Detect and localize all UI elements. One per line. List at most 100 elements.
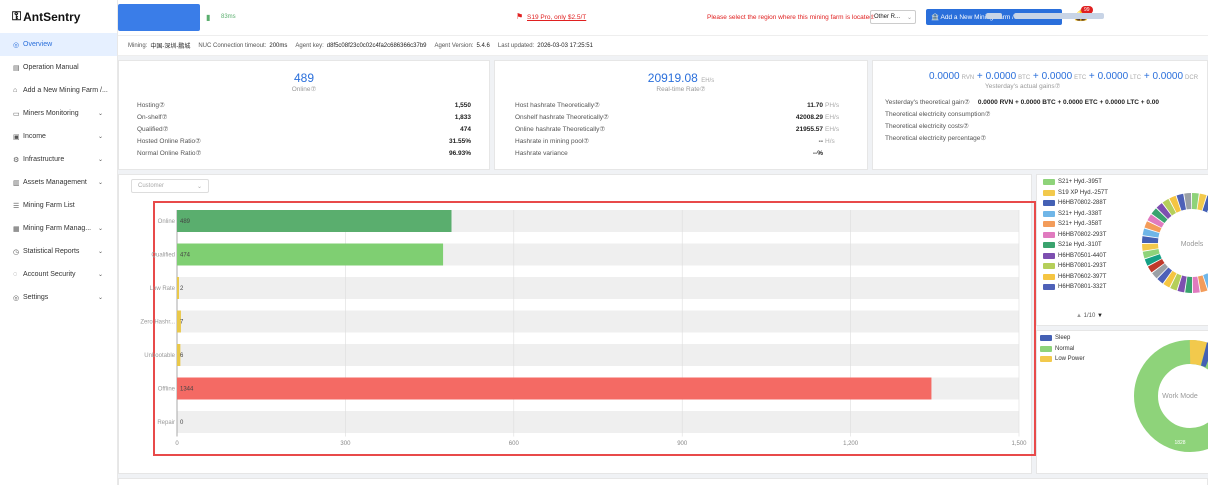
stat-label: Yesterday's theoretical gain⑦	[885, 99, 970, 106]
x-tick-label: 600	[509, 441, 520, 447]
bar-track	[177, 411, 1019, 433]
promo-link[interactable]: S19 Pro, only $2.5/T	[527, 14, 586, 21]
stat-number: --	[818, 137, 823, 145]
farm-selector[interactable]	[118, 4, 200, 31]
bar[interactable]	[177, 210, 452, 232]
x-tick-label: 0	[175, 441, 179, 447]
bar-track	[177, 344, 1019, 366]
donut-segment[interactable]	[1169, 195, 1181, 213]
stat-label: Host hashrate Theoretically⑦	[515, 102, 600, 109]
mining-label: Mining:	[128, 42, 148, 49]
donut-segment[interactable]	[1142, 243, 1159, 251]
donut-segment[interactable]	[1142, 228, 1160, 238]
stat-value: -- H/s	[819, 138, 847, 145]
legend-item[interactable]: S21+ Hyd.-338T	[1043, 209, 1133, 220]
legend-item[interactable]: Low Power	[1040, 354, 1130, 365]
donut-segment[interactable]	[1156, 203, 1172, 220]
workmode-center-label: Work Mode	[1162, 393, 1198, 400]
sidebar-item-miners-monitoring[interactable]: ▭ Miners Monitoring ⌄	[0, 102, 117, 125]
stat-row: Onshelf hashrate Theoretically⑦ 42008.29 E…	[515, 111, 847, 123]
online-card: 489 Online⑦ Hosting⑦ 1,550 On-shelf⑦ 1,833 Q…	[118, 60, 490, 170]
legend-item[interactable]: Normal	[1040, 344, 1130, 355]
sidebar-item-settings[interactable]: ◎ Settings ⌄	[0, 286, 117, 309]
bar[interactable]	[177, 377, 932, 400]
legend-item[interactable]: S21+ Hyd.-395T	[1043, 177, 1133, 188]
donut-segment[interactable]	[1197, 275, 1208, 293]
online-count: 489	[293, 71, 315, 85]
legend-item[interactable]: H6HB70802-293T	[1043, 230, 1133, 241]
stat-row: Yesterday's theoretical gain⑦ 0.0000 RVN …	[885, 96, 1207, 108]
bank-icon: ⌂	[13, 87, 18, 94]
bar-track	[177, 277, 1019, 299]
donut-segment[interactable]	[1157, 267, 1173, 284]
donut-segment[interactable]	[1184, 193, 1192, 210]
donut-segment[interactable]	[1144, 221, 1162, 233]
donut-segment[interactable]	[1197, 193, 1207, 211]
account-avatar[interactable]	[986, 13, 1002, 19]
donut-segment[interactable]	[1144, 254, 1162, 266]
bar-track	[177, 310, 1019, 333]
donut-segment[interactable]	[1176, 193, 1187, 211]
sidebar-item-infrastructure[interactable]: ⚙ Infrastructure ⌄	[0, 148, 117, 171]
donut-segment[interactable]	[1163, 270, 1177, 288]
account-name[interactable]	[1014, 13, 1104, 19]
legend-item[interactable]: S21+ Hyd.-358T	[1043, 219, 1133, 230]
sidebar-item-label: Infrastructure	[23, 156, 65, 163]
donut-segment[interactable]	[1152, 263, 1169, 279]
region-select[interactable]: Other R... ⌄	[870, 10, 916, 24]
hashrate-unit: EH/s	[701, 78, 715, 84]
stat-row: Qualified⑦ 474	[137, 123, 471, 135]
logo[interactable]: ⚿ AntSentry	[0, 0, 117, 33]
region-prompt: Please select the region where this mini…	[707, 14, 875, 21]
sidebar-item-assets-management[interactable]: ▥ Assets Management ⌄	[0, 171, 117, 194]
legend-swatch	[1043, 189, 1055, 196]
stat-value: 0.0000 RVN + 0.0000 BTC + 0.0000 ETC + 0…	[977, 98, 1160, 106]
customer-select[interactable]: Customer ⌄	[131, 179, 209, 193]
stat-value: 474	[460, 126, 471, 133]
donut-segment[interactable]	[1170, 273, 1182, 291]
legend-item[interactable]: S19 XP Hyd.-257T	[1043, 188, 1133, 199]
sidebar-item-operation-manual[interactable]: ▤ Operation Manual	[0, 56, 117, 79]
legend-item[interactable]: H6HB70802-288T	[1043, 198, 1133, 209]
legend-item[interactable]: H6HB70501-440T	[1043, 251, 1133, 262]
chevron-down-icon: ⌄	[196, 184, 202, 190]
legend-item[interactable]: S21e Hyd.-310T	[1043, 240, 1133, 251]
pager-down-icon[interactable]: ▼	[1097, 313, 1103, 319]
donut-segment[interactable]	[1151, 208, 1168, 224]
sidebar-item-add-a-new-mining-farm[interactable]: ⌂ Add a New Mining Farm /...	[0, 79, 117, 102]
legend-swatch	[1040, 345, 1052, 352]
pager-up-icon[interactable]: ▲	[1076, 313, 1082, 319]
sidebar-item-income[interactable]: ▣ Income ⌄	[0, 125, 117, 148]
models-pager[interactable]: ▲ 1/10 ▼	[1076, 313, 1103, 319]
sidebar-item-overview[interactable]: ◎ Overview	[0, 33, 117, 56]
stat-label: Theoretical electricity costs⑦	[885, 123, 969, 130]
region-select-value: Other R...	[874, 14, 901, 20]
sidebar-item-mining-farm-list[interactable]: ☰ Mining Farm List	[0, 194, 117, 217]
bar[interactable]	[177, 243, 444, 266]
stat-value: 1,550	[455, 102, 471, 109]
donut-segment[interactable]	[1162, 198, 1177, 216]
chevron-down-icon: ⌄	[97, 249, 103, 255]
sidebar-item-statistical-reports[interactable]: ◷ Statistical Reports ⌄	[0, 240, 117, 263]
agent-key-value: d8f5c08f23c0c02c4fa2c686366c37b9	[326, 42, 427, 49]
donut-segment[interactable]	[1142, 248, 1160, 259]
sidebar-item-account-security[interactable]: ◌ Account Security ⌄	[0, 263, 117, 286]
donut-segment[interactable]	[1147, 214, 1165, 228]
donut-segment[interactable]	[1192, 276, 1200, 293]
y-tick-label: Qualified	[151, 253, 175, 259]
legend-item[interactable]: H6HB70801-332T	[1043, 282, 1133, 293]
legend-item[interactable]: H6HB70602-397T	[1043, 272, 1133, 283]
circle-icon: ◎	[13, 41, 20, 49]
bar[interactable]	[177, 277, 179, 299]
donut-segment[interactable]	[1177, 275, 1187, 293]
legend-item[interactable]: Sleep	[1040, 333, 1130, 344]
x-tick-label: 300	[340, 441, 351, 447]
legend-label: H6HB70802-288T	[1058, 200, 1107, 207]
legend-swatch	[1043, 252, 1055, 259]
donut-segment[interactable]	[1147, 258, 1165, 273]
stat-value: 11.70 PH/s	[807, 102, 847, 109]
sidebar-item-mining-farm-manag[interactable]: ▦ Mining Farm Manag... ⌄	[0, 217, 117, 240]
workmode-ring-lowpower	[1189, 340, 1208, 366]
chart-icon: ◷	[13, 248, 20, 256]
legend-item[interactable]: H6HB70801-293T	[1043, 261, 1133, 272]
